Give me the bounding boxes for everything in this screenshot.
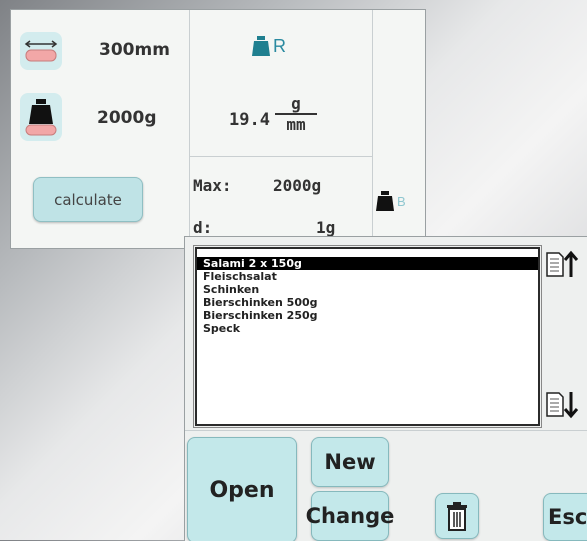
resolution-value: 19.4 [229, 110, 270, 130]
d-value: 1g [316, 218, 336, 237]
r-letter: R [273, 35, 286, 56]
r-weight-icon: R [251, 35, 286, 57]
scroll-up-button[interactable] [541, 247, 585, 281]
length-ruler-icon[interactable] [20, 32, 62, 70]
list-item[interactable]: Bierschinken 250g [197, 309, 538, 322]
b-weight-icon[interactable]: B [375, 190, 406, 212]
product-list-screen: Salami 2 x 150g Fleischsalat Schinken Bi… [184, 236, 587, 541]
list-item[interactable]: Fleischsalat [197, 270, 538, 283]
calculate-button[interactable]: calculate [33, 177, 143, 222]
list-item[interactable]: Schinken [197, 283, 538, 296]
product-list[interactable]: Salami 2 x 150g Fleischsalat Schinken Bi… [193, 245, 542, 428]
scroll-down-button[interactable] [541, 387, 585, 421]
b-letter: B [397, 193, 406, 209]
unit-denominator: mm [286, 115, 306, 134]
divider [189, 156, 372, 157]
delete-button[interactable] [435, 493, 479, 539]
resolution-unit: g mm [275, 94, 317, 134]
scroll-up-icon [546, 250, 579, 277]
list-item[interactable]: Bierschinken 500g [197, 296, 538, 309]
unit-numerator: g [275, 94, 317, 115]
open-button[interactable]: Open [187, 437, 297, 541]
scale-config-screen: 300mm 2000g calculate R 19.4 g mm Max: 2… [10, 9, 426, 249]
esc-button[interactable]: Esc [543, 493, 587, 541]
change-button[interactable]: Change [306, 491, 394, 541]
trash-icon [447, 502, 467, 531]
list-item[interactable]: Salami 2 x 150g [197, 257, 538, 270]
divider [185, 430, 587, 431]
max-label: Max: [193, 176, 232, 195]
new-button[interactable]: New [311, 437, 389, 487]
list-item[interactable]: Speck [197, 322, 538, 335]
scroll-down-icon [546, 392, 579, 419]
divider [189, 10, 190, 248]
d-label: d: [193, 218, 213, 237]
length-value: 300mm [99, 40, 170, 60]
weight-value: 2000g [97, 108, 157, 128]
weight-icon[interactable] [20, 93, 62, 141]
max-value: 2000g [273, 176, 322, 195]
divider [372, 10, 373, 248]
